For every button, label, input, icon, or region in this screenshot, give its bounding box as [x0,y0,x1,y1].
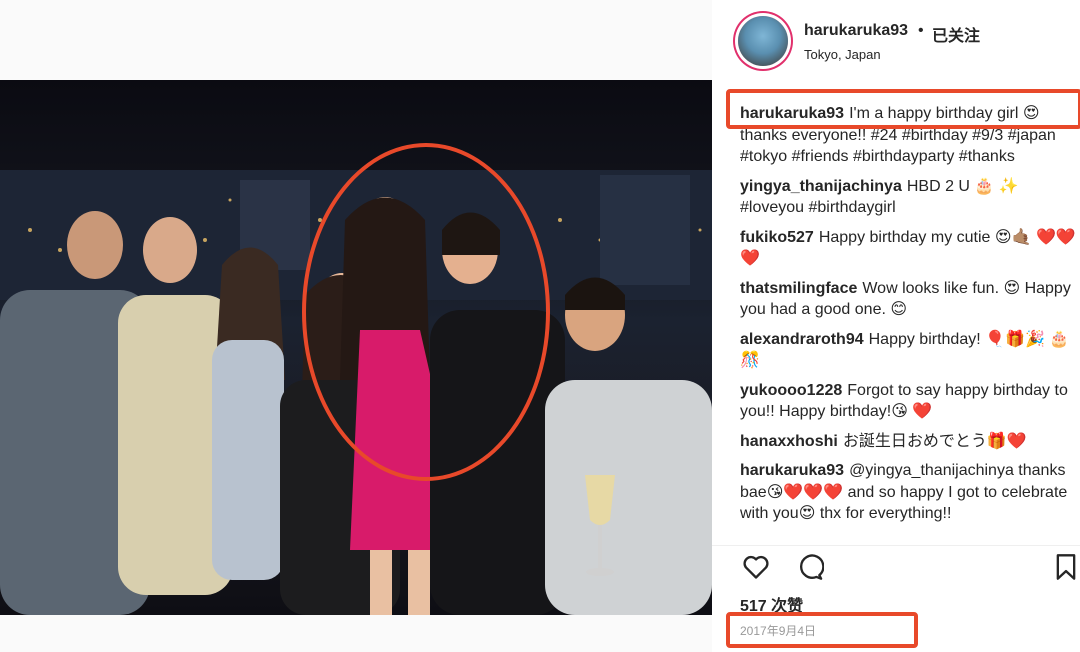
highlight-box-date [726,612,918,648]
comment-user[interactable]: alexandraroth94 [740,331,864,348]
post-username[interactable]: harukaruka93 [804,22,908,40]
comment-user[interactable]: yingya_thanijachinya [740,178,902,195]
comment-user[interactable]: hanaxxhoshi [740,433,838,450]
comment-text: お誕生日おめでとう🎁❤️ [842,432,1027,450]
follow-status-button[interactable]: 已关注 [932,22,980,46]
photo-pane [0,0,712,652]
comment-item: yingya_thanijachinya HBD 2 U 🎂 ✨ #loveyou… [740,176,1080,219]
post-sidebar: harukaruka93 • 已关注 Tokyo, Japan harukaru… [712,0,1080,652]
bookmark-icon[interactable] [1052,553,1080,581]
comment-bubble-icon[interactable] [796,553,824,581]
heart-icon[interactable] [742,553,770,581]
comment-user[interactable]: harukaruka93 [740,462,844,479]
comment-item: hanaxxhoshi お誕生日おめでとう🎁❤️ [740,431,1080,453]
comment-item: alexandraroth94 Happy birthday! 🎈🎁🎉 🎂🎊 [740,329,1080,372]
separator-dot: • [918,22,924,39]
comment-item: yukoooo1228 Forgot to say happy birthday … [740,380,1080,423]
highlight-box-caption [726,89,1080,129]
comment-item: fukiko527 Happy birthday my cutie 😍🤙🏽 ❤️❤… [740,227,1080,270]
comment-item: harukaruka93 @yingya_thanijachinya thanks… [740,460,1080,525]
action-bar [712,545,1080,586]
comments-list[interactable]: harukaruka93 I'm a happy birthday girl 😍 … [740,103,1080,533]
post-header: harukaruka93 • 已关注 Tokyo, Japan [712,0,1080,80]
highlight-ellipse [302,143,550,481]
post-location[interactable]: Tokyo, Japan [804,47,881,62]
comment-user[interactable]: thatsmilingface [740,280,857,297]
avatar[interactable] [738,16,788,66]
comment-user[interactable]: yukoooo1228 [740,382,842,399]
comment-user[interactable]: fukiko527 [740,229,814,246]
comment-item: thatsmilingface Wow looks like fun. 😍 Hap… [740,278,1080,321]
